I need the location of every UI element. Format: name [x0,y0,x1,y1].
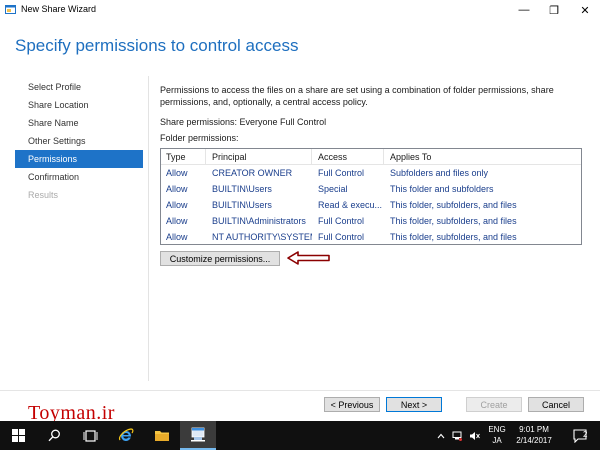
clock[interactable]: 9:01 PM 2/14/2017 [512,424,556,446]
cell-type: Allow [166,168,188,178]
task-view-button[interactable] [72,421,108,450]
annotation-arrow-icon [287,251,330,265]
share-permissions-text: Share permissions: Everyone Full Control [160,117,327,127]
wizard-steps: Select Profile Share Location Share Name… [15,78,143,204]
cell-type: Allow [166,200,188,210]
server-manager-icon [191,427,205,442]
cell-access: Full Control [318,216,365,226]
cell-principal: CREATOR OWNER [212,168,293,178]
search-button[interactable] [36,421,72,450]
permissions-description: Permissions to access the files on a sha… [160,85,554,107]
volume-muted-icon [469,431,480,440]
next-button[interactable]: Next > [386,397,442,412]
search-icon [47,429,60,442]
clock-time: 9:01 PM [519,425,549,434]
step-share-name[interactable]: Share Name [15,114,143,132]
start-button[interactable] [0,421,36,450]
table-row[interactable]: Allow NT AUTHORITY\SYSTEM Full Control T… [161,229,581,245]
show-hidden-icons-button[interactable] [434,421,448,450]
cell-type: Allow [166,232,188,242]
footer-divider [0,390,600,391]
share-wizard-app-icon [5,4,16,15]
internet-explorer-icon [119,427,134,441]
network-icon [452,431,462,441]
notification-count: 2 [583,430,588,439]
previous-button[interactable]: < Previous [324,397,380,412]
folder-permissions-label: Folder permissions: [160,133,239,143]
table-row[interactable]: Allow BUILTIN\Administrators Full Contro… [161,213,581,229]
page-title: Specify permissions to control access [15,36,299,55]
clock-date: 2/14/2017 [516,436,552,445]
windows-logo-icon [11,429,25,442]
restore-button[interactable]: ❐ [539,0,569,20]
cell-applies-to: This folder, subfolders, and files [390,216,517,226]
keyboard-layout-code: JA [492,436,502,445]
cancel-button[interactable]: Cancel [528,397,584,412]
share-wizard-taskbar-button[interactable] [180,421,216,450]
cell-type: Allow [166,184,188,194]
internet-explorer-button[interactable] [108,421,144,450]
cell-principal: BUILTIN\Users [212,200,272,210]
step-share-location[interactable]: Share Location [15,96,143,114]
action-center-button[interactable]: 2 [566,421,596,450]
table-header: Type Principal Access Applies To [161,149,581,165]
cell-type: Allow [166,216,188,226]
table-row[interactable]: Allow CREATOR OWNER Full Control Subfold… [161,165,581,181]
step-select-profile[interactable]: Select Profile [15,78,143,96]
cell-applies-to: This folder, subfolders, and files [390,232,517,242]
cell-applies-to: This folder, subfolders, and files [390,200,517,210]
cell-applies-to: This folder and subfolders [390,184,494,194]
cell-principal: BUILTIN\Users [212,184,272,194]
cell-applies-to: Subfolders and files only [390,168,489,178]
folder-permissions-list[interactable]: Type Principal Access Applies To Allow C… [160,148,582,245]
task-view-icon [83,429,97,442]
file-explorer-button[interactable] [144,421,180,450]
cell-principal: NT AUTHORITY\SYSTEM [212,232,312,242]
table-row[interactable]: Allow BUILTIN\Users Read & execu... This… [161,197,581,213]
create-button: Create [466,397,522,412]
window-title: New Share Wizard [21,4,97,14]
title-bar: New Share Wizard — ❐ ✕ [0,0,600,20]
customize-permissions-button[interactable]: Customize permissions... [160,251,280,266]
minimize-button[interactable]: — [509,0,539,20]
folder-icon [155,431,169,441]
cell-access: Read & execu... [318,200,383,210]
input-language-indicator[interactable]: ENG JA [486,424,508,446]
step-permissions[interactable]: Permissions [15,150,143,168]
column-header-applies-to[interactable]: Applies To [385,149,582,165]
language-code: ENG [488,425,506,434]
column-header-access[interactable]: Access [313,149,384,165]
cell-access: Full Control [318,168,365,178]
column-header-type[interactable]: Type [161,149,206,165]
step-results: Results [28,190,59,200]
cell-principal: BUILTIN\Administrators [212,216,306,226]
table-row[interactable]: Allow BUILTIN\Users Special This folder … [161,181,581,197]
chevron-up-icon [437,433,445,438]
cell-access: Special [318,184,348,194]
step-confirmation[interactable]: Confirmation [15,168,143,186]
taskbar: ENG JA 9:01 PM 2/14/2017 2 [0,421,600,450]
volume-tray-button[interactable] [466,421,482,450]
close-button[interactable]: ✕ [570,0,600,20]
cell-access: Full Control [318,232,365,242]
network-tray-button[interactable] [450,421,464,450]
content-panel: Permissions to access the files on a sha… [148,76,588,381]
column-header-principal[interactable]: Principal [207,149,312,165]
step-other-settings[interactable]: Other Settings [15,132,143,150]
